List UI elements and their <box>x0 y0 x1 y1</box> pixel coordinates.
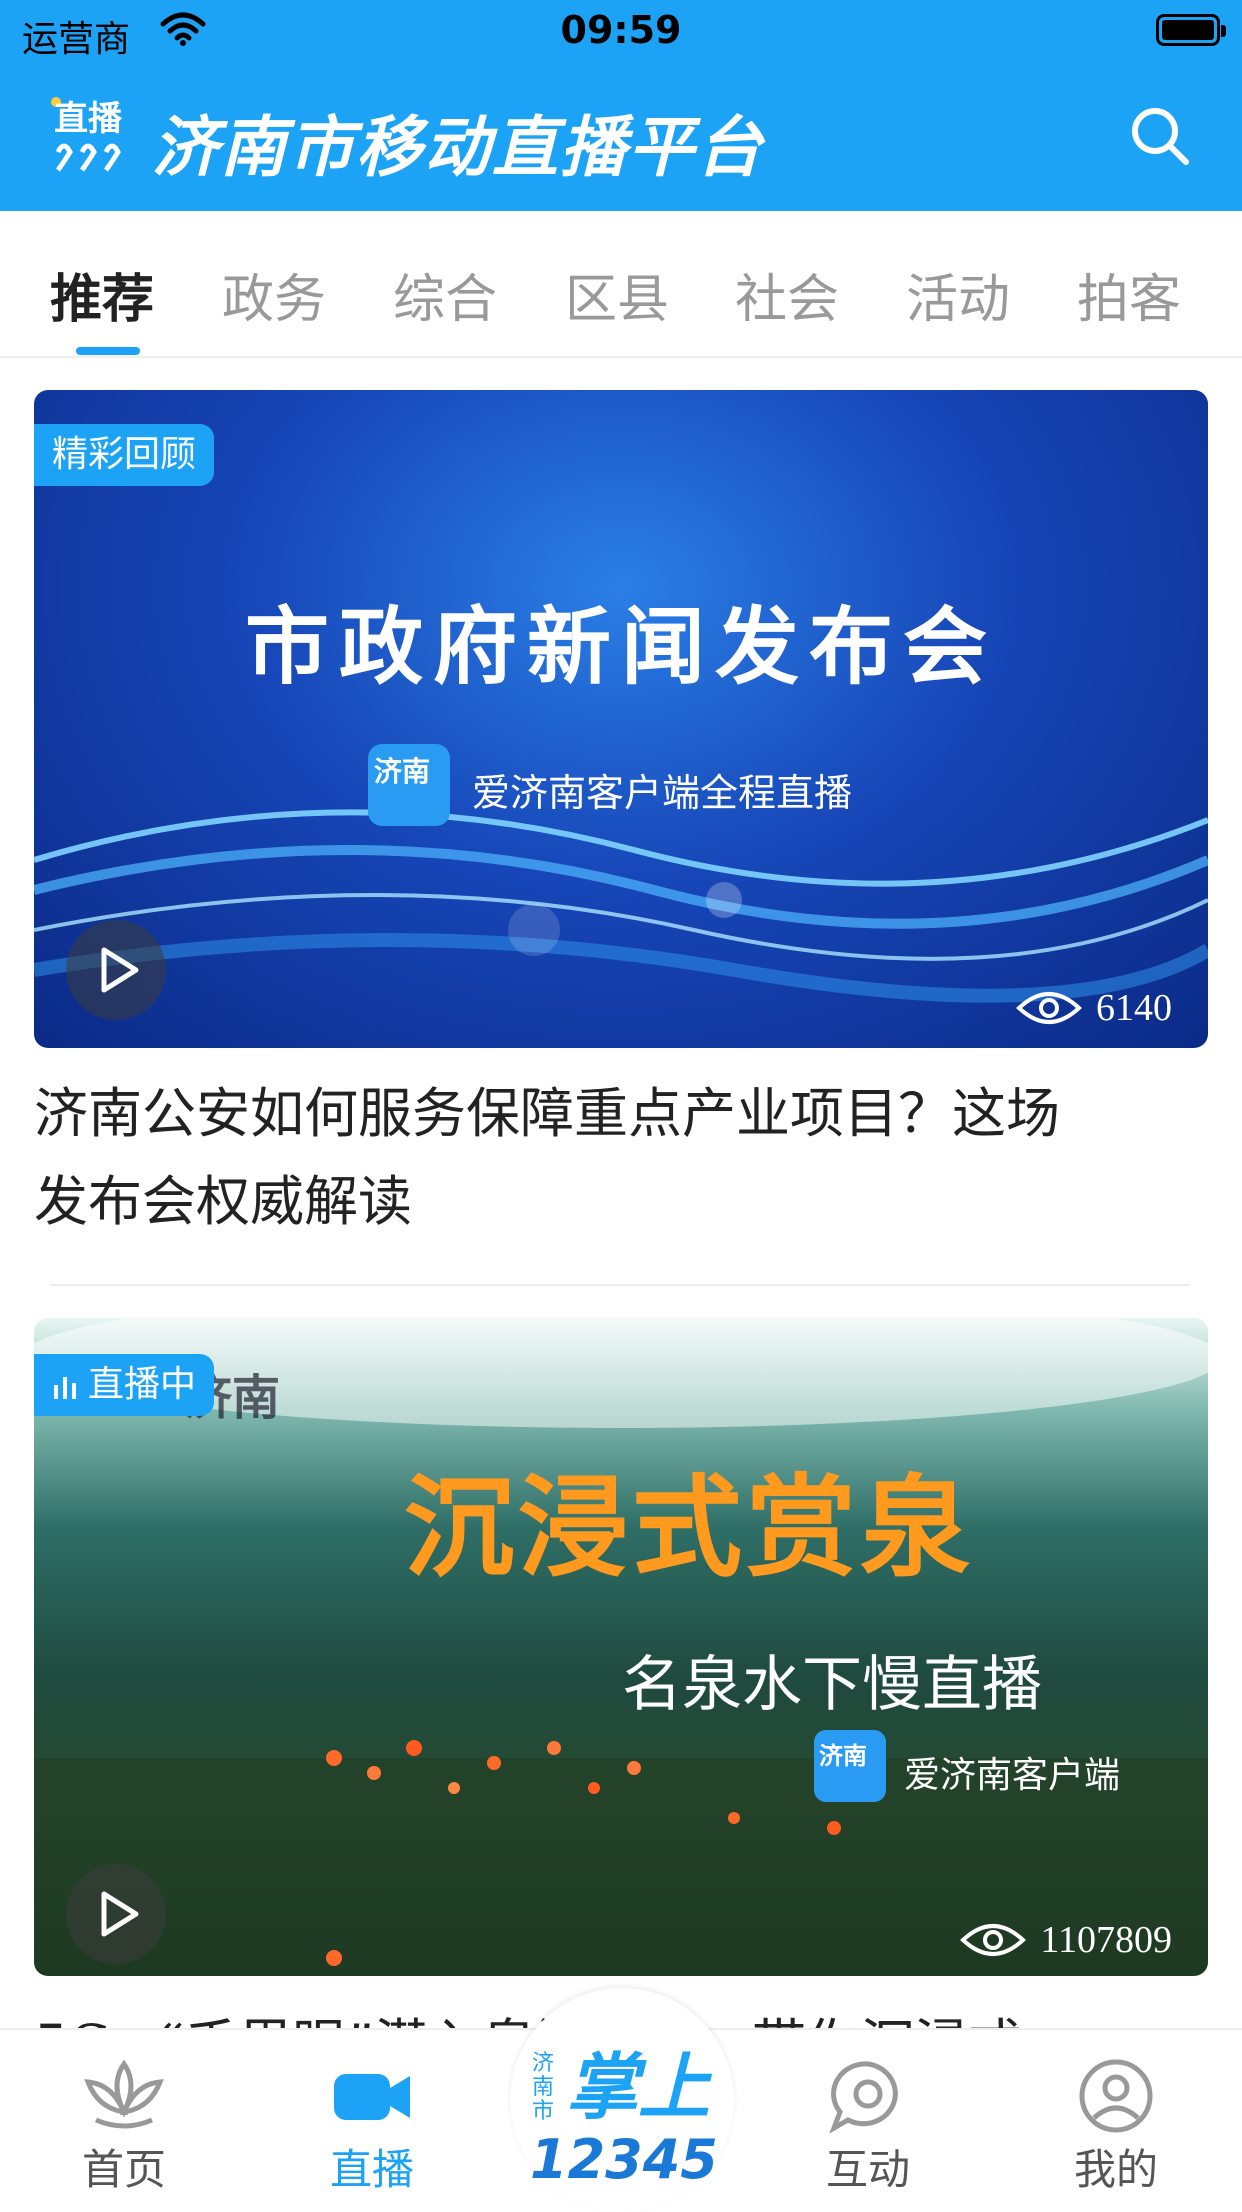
eye-icon <box>1016 992 1082 1024</box>
card-title[interactable]: 济南公安如何服务保障重点产业项目？这场 发布会权威解读 <box>34 1070 1208 1246</box>
live-signal-icon <box>54 1377 76 1399</box>
eye-icon <box>960 1924 1027 1956</box>
play-icon <box>101 947 139 993</box>
badge-label: 直播中 <box>88 1364 197 1405</box>
tab-districts[interactable]: 区县 <box>565 257 669 332</box>
tab-society[interactable]: 社会 <box>735 257 839 332</box>
active-tab-indicator <box>76 347 140 355</box>
video-thumbnail[interactable]: 市政府新闻发布会 济南 爱济南客户端全程直播 6140 <box>34 390 1208 1048</box>
wave-graphic <box>34 809 1208 1003</box>
thumbnail-logo-text: 济南 <box>374 755 431 788</box>
badge-label: 精彩回顾 <box>52 434 197 475</box>
person-icon <box>1079 2059 1153 2133</box>
category-tabs: 推荐 政务 综合 区县 社会 活动 拍客 <box>0 211 1242 358</box>
center-small-label: 济南市 <box>532 2051 555 2124</box>
view-count-value: 1107809 <box>1040 1919 1172 1961</box>
tab-government[interactable]: 政务 <box>222 257 326 332</box>
tab-reporters[interactable]: 拍客 <box>1077 257 1181 332</box>
view-count: 1107809 <box>960 1918 1172 1962</box>
view-count: 6140 <box>1016 986 1172 1030</box>
thumbnail-brand: 爱济南客户端 <box>904 1755 1121 1796</box>
video-thumbnail[interactable]: 济南 沉浸式赏泉 名泉水下慢直播 济南 爱济南客户端 1107809 <box>34 1318 1208 1976</box>
ijinan-logo-icon: 济南 <box>814 1730 886 1802</box>
nav-label: 直播 <box>329 2145 414 2194</box>
app-title: 济南市移动直播平台 <box>152 109 764 186</box>
chat-bubble-icon <box>829 2061 898 2134</box>
center-12345-button[interactable]: 济南市 掌上 12345 <box>510 1988 734 2212</box>
thumbnail-subtitle: 爱济南客户端全程直播 <box>472 771 853 815</box>
play-button[interactable] <box>66 920 166 1020</box>
tab-recommend[interactable]: 推荐 <box>50 257 154 332</box>
thumbnail-logo-text: 济南 <box>819 1742 867 1770</box>
card-title-line: 发布会权威解读 <box>34 1170 412 1233</box>
status-bar: 运营商 09:59 <box>0 0 1242 66</box>
status-badge: 直播中 <box>34 1354 215 1416</box>
divider <box>50 1284 1190 1286</box>
tab-events[interactable]: 活动 <box>906 257 1010 332</box>
thumbnail-subtitle: 名泉水下慢直播 <box>622 1650 1042 1720</box>
center-number: 12345 <box>530 2128 718 2191</box>
play-icon <box>101 1891 139 1937</box>
thumbnail-headline: 市政府新闻发布会 <box>244 598 997 696</box>
nav-label: 我的 <box>1073 2145 1158 2194</box>
tab-general[interactable]: 综合 <box>393 257 497 332</box>
lotus-icon <box>84 2059 164 2129</box>
thumbnail-headline: 沉浸式赏泉 <box>404 1463 974 1592</box>
battery-icon <box>1156 14 1226 46</box>
ijinan-logo-icon: 济南 <box>368 744 450 826</box>
center-big-label: 掌上 <box>566 2045 711 2129</box>
app-header: 运营商 09:59 直播 济南市移动直播平台 <box>0 0 1242 211</box>
card-title-line: 济南公安如何服务保障重点产业项目？这场 <box>34 1082 1060 1145</box>
video-camera-icon <box>334 2074 410 2120</box>
nav-label: 互动 <box>825 2145 910 2194</box>
status-time: 09:59 <box>560 8 682 52</box>
play-button[interactable] <box>66 1864 166 1964</box>
live-logo-icon: 直播 <box>51 97 123 172</box>
view-count-value: 6140 <box>1096 987 1172 1029</box>
nav-label: 首页 <box>81 2145 166 2194</box>
search-icon[interactable] <box>1128 104 1192 168</box>
live-logo-text: 直播 <box>54 99 123 139</box>
status-badge: 精彩回顾 <box>34 424 215 486</box>
